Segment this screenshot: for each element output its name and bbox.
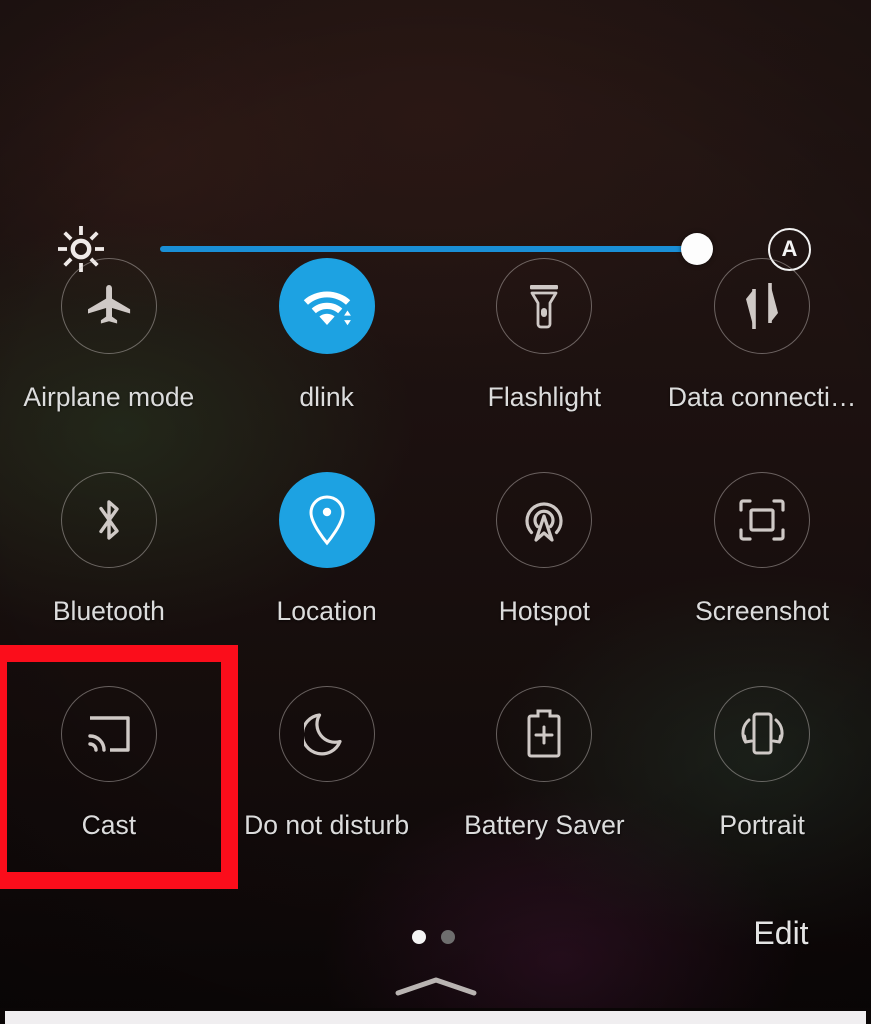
tile-label: Hotspot — [498, 596, 591, 626]
tile-icon-circle — [278, 258, 375, 354]
airplane-icon — [84, 281, 134, 331]
tile-label: Screenshot — [695, 596, 830, 626]
tile-icon-circle — [496, 472, 593, 568]
tile-row: Airplane mode dlink Flashlight Data conn… — [0, 242, 871, 456]
page-dot-2[interactable] — [441, 930, 455, 944]
tile-label: Flashlight — [487, 382, 602, 412]
quick-settings-tile-grid: Airplane mode dlink Flashlight Data conn… — [0, 242, 871, 884]
tile-row: Cast Do not disturb Battery Saver Portra… — [0, 670, 871, 884]
page-dot-1[interactable] — [412, 930, 426, 944]
tile-airplane-mode[interactable]: Airplane mode — [0, 242, 218, 456]
tile-flashlight[interactable]: Flashlight — [436, 242, 654, 456]
hotspot-broadcast-icon — [518, 494, 570, 546]
brightness-row: A — [0, 104, 871, 272]
tile-icon-circle — [714, 258, 811, 354]
tile-portrait[interactable]: Portrait — [653, 670, 871, 884]
bottom-nav-strip-highlight — [5, 1011, 866, 1024]
tile-label: Cast — [81, 810, 137, 840]
moon-icon — [303, 709, 350, 759]
tile-bluetooth[interactable]: Bluetooth — [0, 456, 218, 670]
tile-do-not-disturb[interactable]: Do not disturb — [218, 670, 436, 884]
tile-icon-circle — [714, 472, 811, 568]
tile-icon-circle — [278, 472, 375, 568]
tile-icon-circle — [278, 686, 375, 782]
tile-icon-circle — [60, 686, 157, 782]
tile-location[interactable]: Location — [218, 456, 436, 670]
tile-icon-circle — [60, 472, 157, 568]
tile-icon-circle — [714, 686, 811, 782]
tile-label: Location — [276, 596, 377, 626]
screenshot-crop-icon — [736, 496, 788, 544]
tile-label: Bluetooth — [52, 596, 165, 626]
tile-icon-circle — [496, 258, 593, 354]
chevron-up-icon[interactable] — [392, 975, 480, 997]
edit-button[interactable]: Edit — [691, 911, 871, 955]
page-indicator-dots[interactable] — [412, 930, 455, 944]
tile-hotspot[interactable]: Hotspot — [436, 456, 654, 670]
tile-wifi[interactable]: dlink — [218, 242, 436, 456]
tile-screenshot[interactable]: Screenshot — [653, 456, 871, 670]
data-transfer-arrows-icon — [740, 281, 784, 331]
tile-label: Data connecti… — [667, 382, 857, 412]
battery-plus-icon — [524, 707, 564, 761]
bluetooth-icon — [89, 493, 129, 547]
location-pin-icon — [305, 493, 349, 547]
tile-data-connection[interactable]: Data connecti… — [653, 242, 871, 456]
tile-cast[interactable]: Cast — [0, 670, 218, 884]
tile-label: Battery Saver — [464, 810, 625, 840]
tile-row: Bluetooth Location Hotspot Screenshot — [0, 456, 871, 670]
flashlight-icon — [521, 280, 567, 332]
edit-button-label: Edit — [753, 915, 809, 951]
cast-icon — [84, 712, 134, 756]
tile-icon-circle — [60, 258, 157, 354]
tile-icon-circle — [496, 686, 593, 782]
quick-settings-panel: A Airplane mode dlink Flashlight Data co… — [0, 0, 871, 1024]
tile-label: Do not disturb — [244, 810, 410, 840]
tile-battery-saver[interactable]: Battery Saver — [436, 670, 654, 884]
tile-label: Portrait — [719, 810, 805, 840]
tile-label: dlink — [299, 382, 354, 412]
wifi-icon — [298, 280, 356, 332]
rotation-lock-icon — [735, 709, 789, 759]
bottom-nav-strip — [0, 1008, 871, 1024]
tile-label: Airplane mode — [23, 382, 195, 412]
